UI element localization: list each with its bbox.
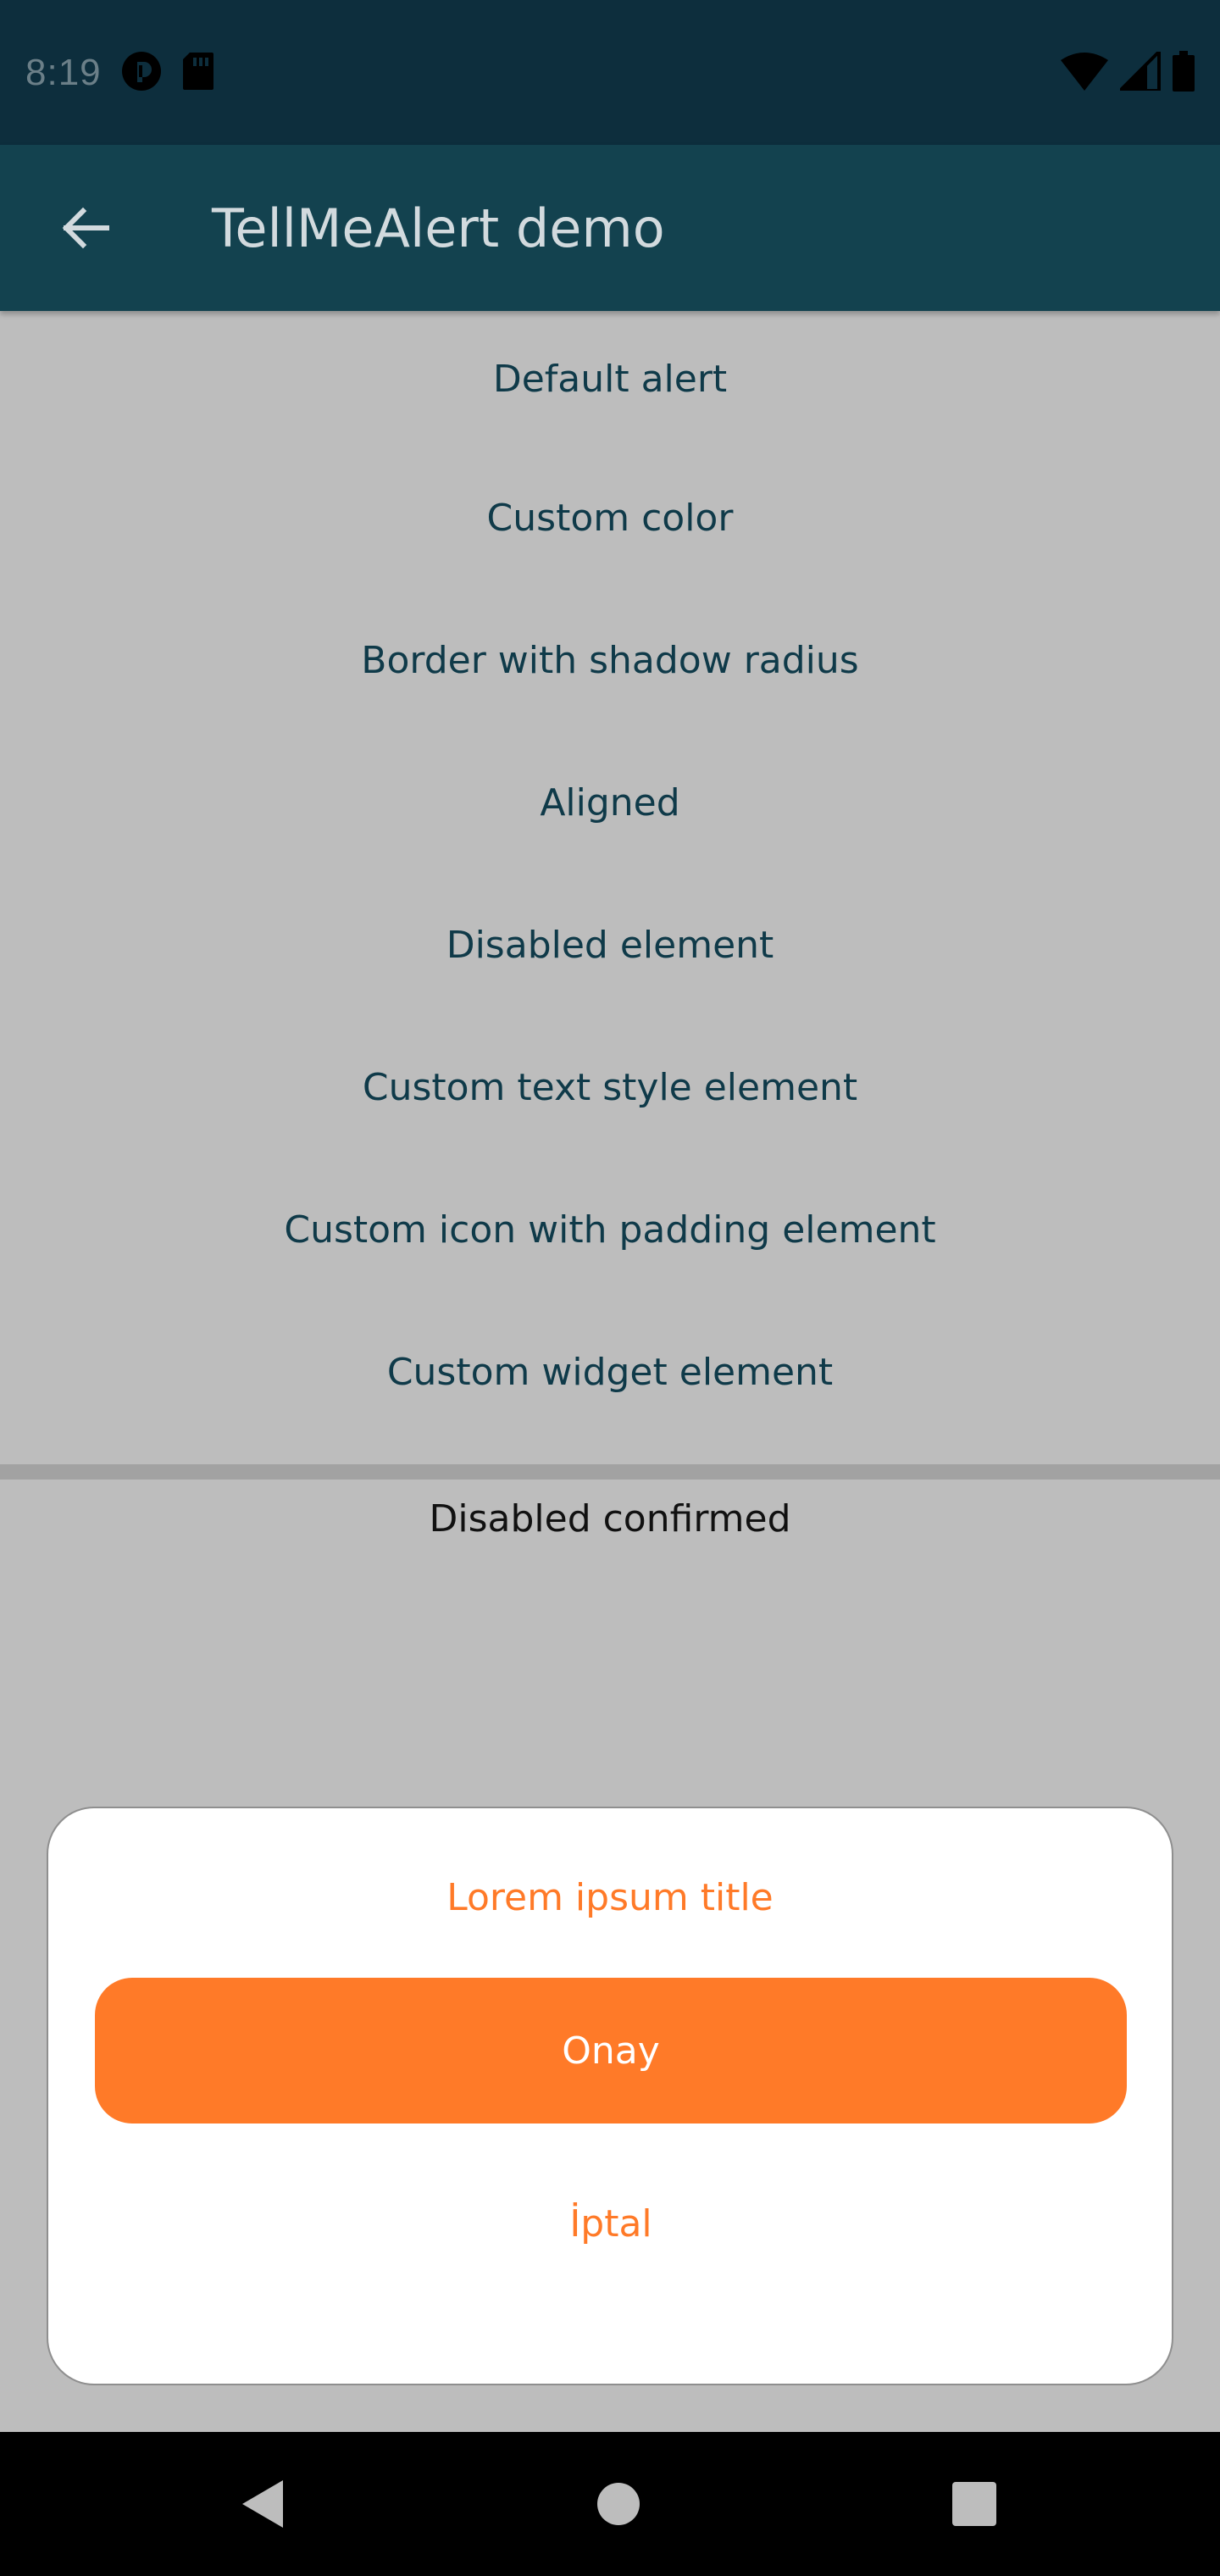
dialog-title: Lorem ipsum title bbox=[446, 1876, 774, 1919]
app-bar: TellMeAlert demo bbox=[0, 145, 1220, 311]
nav-back-button[interactable] bbox=[229, 2470, 297, 2538]
custom-color-button[interactable]: Custom color bbox=[0, 447, 1220, 589]
status-bar: 8:19 bbox=[0, 0, 1220, 145]
result-status-text: Disabled confirmed bbox=[429, 1497, 791, 1541]
custom-icon-padding-button[interactable]: Custom icon with padding element bbox=[0, 1158, 1220, 1301]
disabled-element-button[interactable]: Disabled element bbox=[0, 874, 1220, 1016]
default-alert-button[interactable]: Default alert bbox=[0, 311, 1220, 447]
arrow-back-icon bbox=[62, 207, 109, 249]
nav-home-button[interactable] bbox=[585, 2470, 652, 2538]
back-button[interactable] bbox=[34, 177, 136, 279]
aligned-button[interactable]: Aligned bbox=[0, 731, 1220, 874]
signal-icon bbox=[1116, 47, 1161, 94]
custom-widget-button[interactable]: Custom widget element bbox=[0, 1301, 1220, 1443]
alert-dialog: Lorem ipsum title Onay İptal bbox=[47, 1807, 1173, 2385]
wifi-icon bbox=[1061, 52, 1108, 94]
nav-recents-button[interactable] bbox=[940, 2470, 1008, 2538]
app-title: TellMeAlert demo bbox=[212, 197, 665, 259]
custom-text-style-button[interactable]: Custom text style element bbox=[0, 1016, 1220, 1158]
sd-card-icon bbox=[181, 51, 215, 95]
nav-recents-icon bbox=[952, 2482, 996, 2526]
pocket-icon bbox=[120, 50, 163, 96]
nav-back-icon bbox=[242, 2480, 283, 2528]
nav-home-icon bbox=[597, 2483, 640, 2525]
border-shadow-radius-button[interactable]: Border with shadow radius bbox=[0, 589, 1220, 731]
system-nav-bar bbox=[0, 2432, 1220, 2576]
divider bbox=[0, 1464, 1220, 1480]
demo-button-list: Default alert Custom color Border with s… bbox=[0, 311, 1220, 1443]
status-time: 8:19 bbox=[25, 51, 102, 93]
confirm-button[interactable]: Onay bbox=[95, 1978, 1127, 2124]
cancel-button[interactable]: İptal bbox=[95, 2164, 1127, 2283]
battery-icon bbox=[1173, 50, 1195, 95]
